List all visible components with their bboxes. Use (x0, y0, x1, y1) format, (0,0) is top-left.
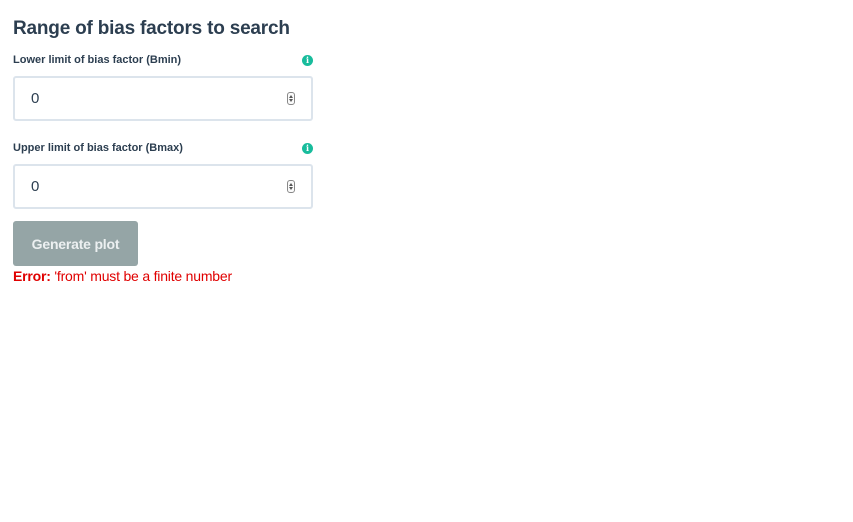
info-icon[interactable]: i (302, 55, 313, 66)
bmax-input[interactable]: 0 (13, 164, 313, 209)
spinner-down-icon[interactable] (289, 99, 293, 102)
generate-plot-button[interactable]: Generate plot (13, 221, 138, 266)
bmax-value: 0 (31, 178, 40, 195)
bmax-spinner[interactable] (287, 180, 295, 193)
info-icon[interactable]: i (302, 143, 313, 154)
bmin-spinner[interactable] (287, 92, 295, 105)
spinner-up-icon[interactable] (289, 183, 293, 186)
bias-range-panel: Range of bias factors to search Lower li… (13, 17, 313, 209)
spinner-up-icon[interactable] (289, 95, 293, 98)
error-message: Error: 'from' must be a finite number (13, 268, 232, 284)
bmin-field-group: Lower limit of bias factor (Bmin) i 0 (13, 54, 313, 121)
bmin-input[interactable]: 0 (13, 76, 313, 121)
spinner-down-icon[interactable] (289, 187, 293, 190)
error-label: Error: (13, 268, 51, 284)
bmax-field-group: Upper limit of bias factor (Bmax) i 0 (13, 142, 313, 209)
error-text: 'from' must be a finite number (54, 268, 232, 284)
section-title: Range of bias factors to search (13, 18, 290, 39)
bmin-value: 0 (31, 90, 40, 107)
bmax-label-row: Upper limit of bias factor (Bmax) i (13, 142, 313, 158)
bmax-label: Upper limit of bias factor (Bmax) (13, 142, 183, 154)
bmin-label-row: Lower limit of bias factor (Bmin) i (13, 54, 313, 70)
bmin-label: Lower limit of bias factor (Bmin) (13, 54, 182, 66)
